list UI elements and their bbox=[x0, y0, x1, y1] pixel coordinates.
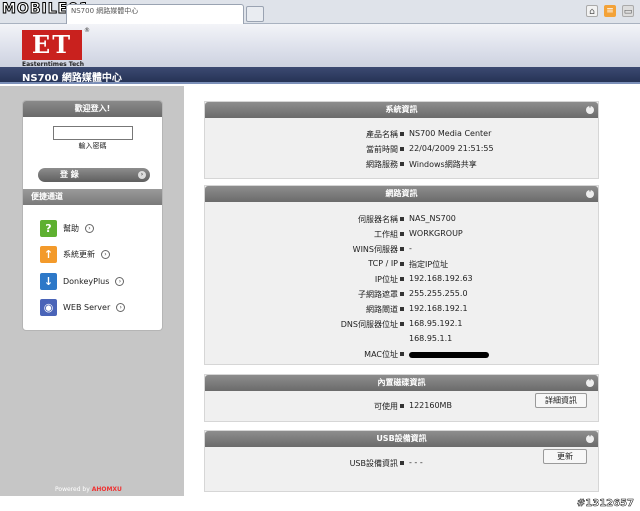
info-row: 當前時間 22/04/2009 21:51:55 bbox=[366, 144, 494, 154]
home-icon[interactable]: ⌂ bbox=[586, 5, 598, 17]
update-icon: ↑ bbox=[40, 245, 57, 263]
info-row: IP位址 192.168.192.63 bbox=[374, 274, 473, 284]
network-info-heading[interactable]: 網路資訊 ˄ bbox=[205, 186, 598, 202]
info-row: 伺服器名稱 NAS_NS700 bbox=[358, 214, 456, 224]
shortcut-help[interactable]: ? 幫助 › bbox=[40, 219, 94, 237]
help-icon: ? bbox=[40, 219, 57, 237]
info-row: USB設備資訊 - - - bbox=[349, 458, 423, 468]
refresh-button[interactable]: 更新 bbox=[543, 449, 587, 464]
collapse-icon[interactable]: ˅ bbox=[586, 435, 594, 443]
disk-info-heading[interactable]: 內置磁碟資訊 ˅ bbox=[205, 375, 598, 391]
arrow-right-icon: › bbox=[101, 249, 110, 259]
shortcut-label: DonkeyPlus bbox=[63, 276, 110, 286]
shortcut-system-update[interactable]: ↑ 系統更新 › bbox=[40, 245, 110, 263]
info-row: 產品名稱 NS700 Media Center bbox=[366, 129, 492, 139]
new-tab-button[interactable] bbox=[246, 6, 264, 22]
arrow-right-icon: › bbox=[85, 223, 94, 233]
globe-icon: ◉ bbox=[40, 298, 57, 316]
shortcut-label: 幫助 bbox=[63, 223, 79, 233]
password-label: 輸入密碼 bbox=[78, 142, 107, 150]
login-button-label: 登 錄 bbox=[60, 170, 79, 179]
info-row: 168.95.1.1 bbox=[409, 334, 453, 343]
shortcut-web-server[interactable]: ◉ WEB Server › bbox=[40, 298, 126, 316]
collapse-icon[interactable]: ˅ bbox=[586, 379, 594, 387]
rss-feed-icon[interactable]: ≡ bbox=[604, 5, 616, 17]
page-title: NS700 網路媒體中心 bbox=[22, 73, 122, 84]
shortcut-donkeyplus[interactable]: ↓ DonkeyPlus › bbox=[40, 272, 125, 290]
image-id-watermark: #1312657 bbox=[576, 498, 635, 510]
arrow-right-icon: › bbox=[116, 302, 126, 312]
powered-brand: AHOMXU bbox=[91, 486, 122, 493]
network-info-panel: 網路資訊 ˄ 伺服器名稱 NAS_NS700 工作組 WORKGROUP WINS伺… bbox=[204, 185, 599, 365]
collapse-icon[interactable]: ˄ bbox=[586, 106, 594, 114]
shortcuts-heading: 便捷通道 bbox=[23, 189, 162, 205]
powered-by: Powered by AHOMXU bbox=[55, 486, 122, 493]
download-icon: ↓ bbox=[40, 272, 57, 290]
system-info-heading[interactable]: 系統資訊 ˄ bbox=[205, 102, 598, 118]
arrow-right-icon: › bbox=[115, 276, 125, 286]
details-button[interactable]: 詳細資訊 bbox=[535, 393, 587, 408]
login-heading: 歡迎登入! bbox=[23, 101, 162, 117]
shortcut-label: 系統更新 bbox=[63, 249, 95, 259]
login-panel: 歡迎登入! 輸入密碼 登 錄 › 便捷通道 ? 幫助 › ↑ 系統更新 › ↓ … bbox=[22, 100, 163, 331]
title-bar: NS700 網路媒體中心 bbox=[0, 67, 640, 84]
browser-tab[interactable]: NS700 網路媒體中心 bbox=[66, 4, 244, 24]
powered-prefix: Powered by bbox=[55, 486, 92, 493]
collapse-icon[interactable]: ˄ bbox=[586, 190, 594, 198]
login-button[interactable]: 登 錄 › bbox=[38, 168, 150, 182]
browser-toolbar: MOBILE01 NS700 網路媒體中心 ⌂ ≡ ▭ bbox=[0, 0, 640, 24]
info-row: TCP / IP 指定IP位址 bbox=[368, 259, 449, 269]
info-row: MAC位址 bbox=[205, 349, 598, 362]
arrow-right-icon: › bbox=[138, 171, 146, 179]
print-icon[interactable]: ▭ bbox=[622, 5, 634, 17]
info-row: 網路閘道 192.168.192.1 bbox=[366, 304, 468, 314]
password-input[interactable] bbox=[53, 126, 133, 140]
usb-info-panel: USB設備資訊 ˅ USB設備資訊 - - - 更新 bbox=[204, 430, 599, 492]
info-row: 工作組 WORKGROUP bbox=[374, 229, 463, 239]
et-logo: ET bbox=[22, 30, 82, 60]
mac-redaction bbox=[409, 352, 489, 358]
disk-info-panel: 內置磁碟資訊 ˅ 可使用 122160MB 詳細資訊 bbox=[204, 374, 599, 422]
registered-mark: ® bbox=[84, 27, 90, 34]
info-row: WINS伺服器 - bbox=[352, 244, 412, 254]
usb-info-heading[interactable]: USB設備資訊 ˅ bbox=[205, 431, 598, 447]
info-row: 網路服務 Windows網路共享 bbox=[366, 160, 477, 169]
browser-tab-title: NS700 網路媒體中心 bbox=[71, 7, 139, 15]
info-row: 子網路遮罩 255.255.255.0 bbox=[358, 289, 468, 299]
system-info-panel: 系統資訊 ˄ 產品名稱 NS700 Media Center 當前時間 22/04/… bbox=[204, 101, 599, 179]
info-row: DNS伺服器位址 168.95.192.1 bbox=[340, 319, 463, 329]
shortcut-label: WEB Server bbox=[63, 302, 111, 312]
